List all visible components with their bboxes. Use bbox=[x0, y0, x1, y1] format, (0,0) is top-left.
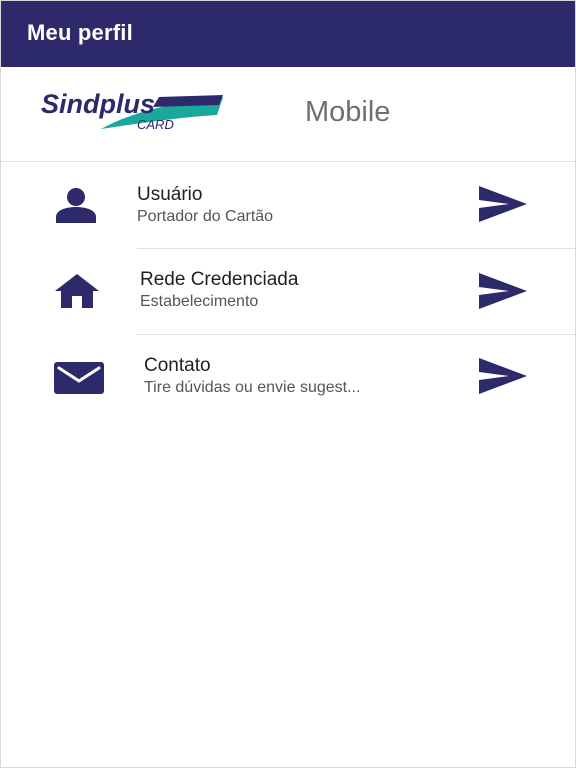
person-icon bbox=[56, 188, 96, 223]
menu-item-contato[interactable]: Contato Tire dúvidas ou envie sugest... bbox=[1, 335, 575, 421]
menu-item-subtitle: Estabelecimento bbox=[140, 293, 259, 310]
send-icon[interactable] bbox=[479, 186, 527, 222]
app-screen: Meu perfil Sindplus CARD Mobile Usuário … bbox=[0, 0, 576, 768]
send-icon[interactable] bbox=[479, 358, 527, 394]
logo-subtitle: CARD bbox=[137, 117, 174, 132]
menu-item-title: Usuário bbox=[137, 184, 203, 205]
menu-item-title: Contato bbox=[144, 355, 211, 376]
header-divider bbox=[1, 161, 575, 162]
logo-wordmark: Sindplus bbox=[41, 89, 155, 119]
menu-item-title: Rede Credenciada bbox=[140, 269, 299, 290]
menu-item-subtitle: Portador do Cartão bbox=[137, 208, 274, 225]
brand-tagline: Mobile bbox=[305, 96, 391, 128]
send-icon[interactable] bbox=[479, 273, 527, 309]
brand-header: Sindplus CARD Mobile bbox=[1, 67, 575, 161]
menu-item-subtitle: Tire dúvidas ou envie sugest... bbox=[144, 379, 361, 396]
menu-item-rede-credenciada[interactable]: Rede Credenciada Estabelecimento bbox=[1, 249, 575, 335]
mail-icon bbox=[54, 362, 104, 394]
home-icon bbox=[55, 274, 99, 308]
page-title: Meu perfil bbox=[27, 20, 133, 45]
sindplus-card-logo: Sindplus CARD bbox=[41, 89, 223, 132]
app-bar: Meu perfil bbox=[1, 1, 575, 67]
menu-item-usuario[interactable]: Usuário Portador do Cartão bbox=[1, 163, 575, 249]
